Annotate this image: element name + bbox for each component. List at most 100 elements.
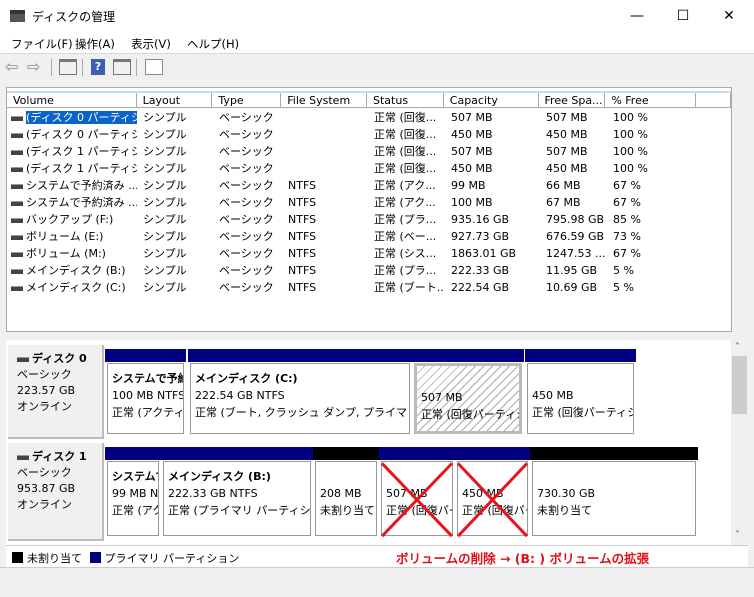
table-cell: シンプル (143, 281, 187, 294)
table-cell: 正常 (回復... (374, 145, 437, 158)
table-cell: 450 MB (451, 162, 493, 175)
table-cell: 67 % (613, 179, 641, 192)
table-row[interactable]: システムで予約済み ... シンプル ベーシック NTFS 正常 (アク... 99 MB… (7, 177, 731, 194)
partition-band (412, 349, 524, 362)
table-cell: 222.54 GB (451, 281, 510, 294)
partition-info: メインディスク (B:) 222.33 GB NTFS 正常 (プライマリ パー… (163, 461, 311, 536)
partition-info: システムで予約 99 MB NTFS 正常 (アクティブ (107, 461, 159, 536)
table-row[interactable]: (ディスク 0 パーティシ... シンプル ベーシック 正常 (回復... 450 MB… (7, 126, 731, 143)
table-cell: NTFS (288, 179, 317, 192)
column-header[interactable]: Volume (7, 93, 137, 108)
column-header[interactable]: Free Spa... (538, 93, 606, 108)
list-scrollbar[interactable] (732, 87, 749, 332)
volume-name: メインディスク (B:) (26, 264, 126, 277)
column-header[interactable]: Type (212, 93, 282, 108)
help-icon[interactable]: ? (91, 59, 105, 75)
table-cell: 67 % (613, 196, 641, 209)
disk-label[interactable]: ディスク 0 ベーシック 223.57 GB オンライン (8, 345, 104, 439)
volume-icon (11, 200, 23, 206)
table-cell: ベーシック (219, 179, 274, 192)
column-header[interactable]: Capacity (443, 93, 539, 108)
table-cell: NTFS (288, 230, 317, 243)
delete-cross-icon (455, 447, 530, 538)
close-button[interactable]: ✕ (706, 0, 752, 32)
partition[interactable]: システムで予約 99 MB NTFS 正常 (アクティブ (105, 447, 161, 538)
action-pane-icon[interactable] (113, 59, 131, 75)
properties-icon[interactable] (145, 59, 163, 75)
menu-action[interactable]: 操作(A) (75, 36, 115, 52)
menu-help[interactable]: ヘルプ(H) (187, 36, 239, 52)
partition-size: 222.33 GB NTFS (168, 487, 258, 500)
minimize-button[interactable]: — (614, 0, 660, 32)
scroll-thumb[interactable] (732, 356, 747, 414)
partition-band (161, 447, 313, 460)
back-icon[interactable]: ⇦ (5, 59, 23, 75)
column-header[interactable]: Status (367, 93, 444, 108)
table-cell: メインディスク (B:) (7, 262, 137, 279)
console-tree-icon[interactable] (59, 59, 77, 75)
disk-management-icon (10, 10, 25, 22)
partition[interactable]: 507 MB 正常 (回復パーティション) (379, 447, 455, 538)
column-header[interactable]: File System (281, 93, 367, 108)
graph-scrollbar[interactable]: ˄ ˅ (731, 340, 748, 545)
table-cell: 正常 (回復... (374, 128, 437, 141)
menu-file[interactable]: ファイル(F) (11, 36, 73, 52)
disk-label[interactable]: ディスク 1 ベーシック 953.87 GB オンライン (8, 443, 104, 541)
toolbar-separator (82, 59, 83, 76)
table-cell: 正常 (回復... (374, 162, 437, 175)
table-row[interactable]: メインディスク (C:) シンプル ベーシック NTFS 正常 (ブート... 222.5… (7, 279, 731, 296)
partition[interactable]: メインディスク (B:) 222.33 GB NTFS 正常 (プライマリ パー… (161, 447, 313, 538)
table-row[interactable]: バックアップ (F:) シンプル ベーシック NTFS 正常 (プラ... 935.16 … (7, 211, 731, 228)
status-bar (0, 567, 754, 597)
partition[interactable]: 450 MB 正常 (回復パーティション) (525, 349, 636, 436)
scroll-up-icon[interactable]: ˄ (735, 342, 740, 353)
legend-unallocated: 未割り当て プライマリ パーティション (12, 550, 239, 566)
table-row[interactable]: (ディスク 1 パーティシ... シンプル ベーシック 正常 (回復... 450 MB… (7, 160, 731, 177)
table-cell: 795.98 GB (546, 213, 605, 226)
volume-name: (ディスク 1 パーティシ... (26, 145, 137, 158)
table-cell: 10.69 GB (546, 281, 598, 294)
column-header[interactable]: % Free (605, 93, 697, 108)
partition-info: 450 MB 正常 (回復パーティション) (527, 363, 634, 434)
volume-icon (11, 149, 23, 155)
table-row[interactable]: (ディスク 1 パーティシ... シンプル ベーシック 正常 (回復... 507 MB… (7, 143, 731, 160)
disk-title: ディスク 0 (32, 352, 87, 365)
volume-icon (11, 251, 23, 257)
partition-info: 507 MB 正常 (回復パーティション) (414, 363, 522, 434)
table-row[interactable]: ボリューム (E:) シンプル ベーシック NTFS 正常 (ベー... 927.73 G… (7, 228, 731, 245)
partition-band (105, 349, 186, 362)
partition[interactable]: 450 MB 正常 (回復パーティション) (455, 447, 530, 538)
primary-swatch (89, 552, 101, 563)
partition-size: 100 MB NTFS (112, 389, 184, 402)
maximize-button[interactable]: ☐ (660, 0, 706, 32)
menu-view[interactable]: 表示(V) (131, 36, 171, 52)
partition-band (105, 447, 161, 460)
table-row[interactable]: メインディスク (B:) シンプル ベーシック NTFS 正常 (プラ... 222.33… (7, 262, 731, 279)
volume-name: (ディスク 0 パーティシ... (26, 111, 137, 124)
table-cell: 正常 (アク... (374, 196, 436, 209)
table-cell: シンプル (143, 145, 187, 158)
partition[interactable]: 730.30 GB 未割り当て (530, 447, 698, 538)
table-row[interactable]: (ディスク 0 パーティシ... シンプル ベーシック 正常 (回復... 507 MB… (7, 109, 731, 126)
disk-size: 953.87 GB (17, 482, 76, 495)
table-row[interactable]: ボリューム (M:) シンプル ベーシック NTFS 正常 (シス... 1863.01 … (7, 245, 731, 262)
table-cell: ベーシック (219, 213, 274, 226)
table-cell: シンプル (143, 111, 187, 124)
table-cell: シンプル (143, 213, 187, 226)
partition[interactable]: 208 MB 未割り当て (313, 447, 379, 538)
partition[interactable]: 507 MB 正常 (回復パーティション) (412, 349, 524, 436)
column-header[interactable] (696, 93, 731, 108)
partition-name: システムで予約 (112, 372, 184, 385)
unallocated-swatch (12, 552, 23, 563)
table-row[interactable]: システムで予約済み ... シンプル ベーシック NTFS 正常 (アク... 100 M… (7, 194, 731, 211)
partition[interactable]: メインディスク (C:) 222.54 GB NTFS 正常 (ブート, クラッ… (188, 349, 412, 436)
partition[interactable]: システムで予約 100 MB NTFS 正常 (アクティブ (105, 349, 186, 436)
column-header[interactable]: Layout (136, 93, 213, 108)
table-cell: NTFS (288, 213, 317, 226)
table-cell: ベーシック (219, 247, 274, 260)
table-cell (282, 160, 368, 177)
list-body: (ディスク 0 パーティシ...シンプルベーシック正常 (回復...507 MB… (7, 109, 731, 296)
table-cell: ベーシック (219, 145, 274, 158)
scroll-down-icon[interactable]: ˅ (735, 530, 740, 541)
forward-icon[interactable]: ⇨ (27, 59, 45, 75)
